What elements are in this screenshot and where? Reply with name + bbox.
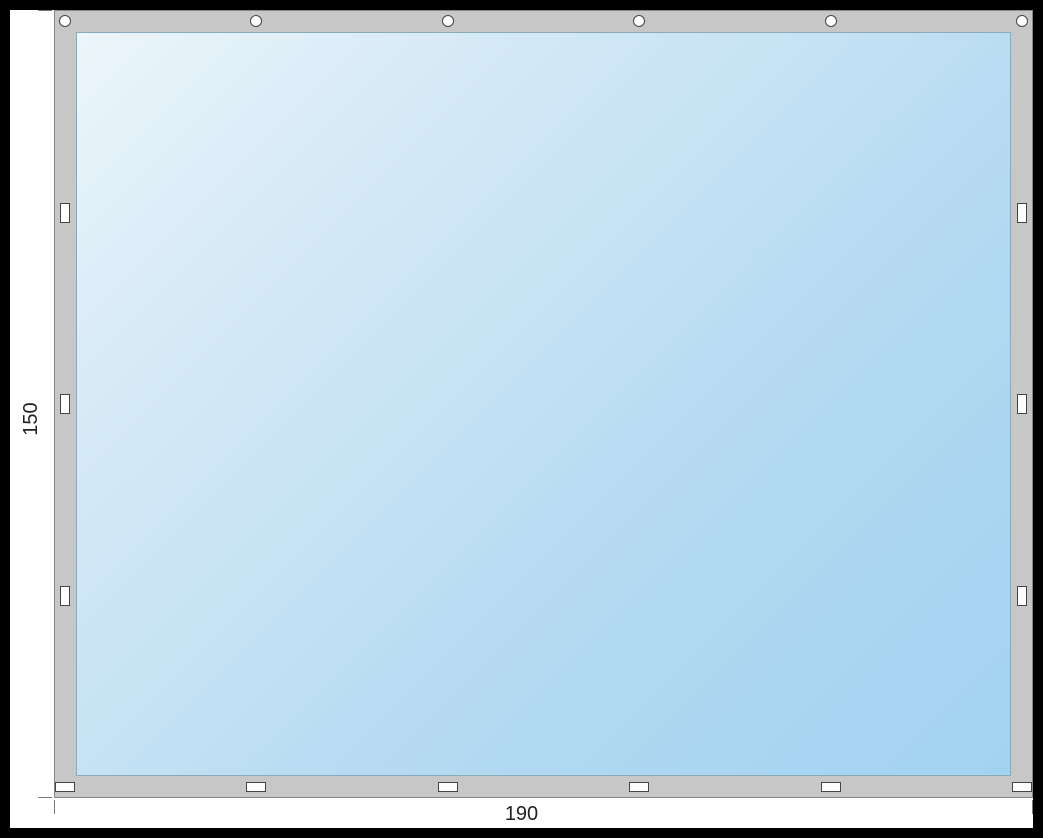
- grommet-top: [59, 15, 71, 27]
- grommet-left: [60, 394, 70, 414]
- grommet-layer: [54, 10, 1033, 798]
- grommet-bottom: [438, 782, 458, 792]
- tarp: [54, 10, 1033, 798]
- grommet-bottom: [629, 782, 649, 792]
- grommet-top: [1016, 15, 1028, 27]
- diagram-stage: 150 190: [0, 0, 1043, 838]
- dimension-height-label: 150: [20, 402, 43, 435]
- diagram-canvas: 150 190: [10, 10, 1033, 828]
- grommet-top: [633, 15, 645, 27]
- grommet-bottom: [821, 782, 841, 792]
- grommet-top: [825, 15, 837, 27]
- grommet-bottom: [55, 782, 75, 792]
- dim-tick: [1032, 800, 1033, 814]
- grommet-top: [442, 15, 454, 27]
- grommet-right: [1017, 203, 1027, 223]
- dim-tick: [54, 800, 55, 814]
- grommet-left: [60, 586, 70, 606]
- grommet-bottom: [1012, 782, 1032, 792]
- grommet-right: [1017, 394, 1027, 414]
- dim-tick: [38, 10, 52, 11]
- grommet-right: [1017, 586, 1027, 606]
- grommet-left: [60, 203, 70, 223]
- grommet-top: [250, 15, 262, 27]
- dim-tick: [38, 797, 52, 798]
- grommet-bottom: [246, 782, 266, 792]
- dimension-width-label: 190: [505, 803, 538, 826]
